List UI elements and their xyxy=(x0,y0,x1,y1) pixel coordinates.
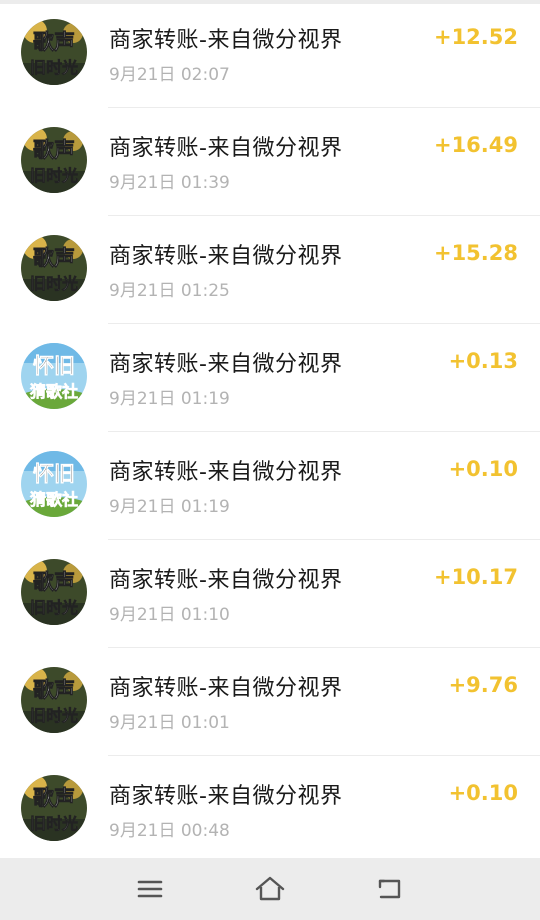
transaction-amount: +10.17 xyxy=(433,565,518,589)
avatar-text-bottom: 旧时光 xyxy=(30,598,78,617)
menu-icon[interactable] xyxy=(133,872,167,906)
transaction-title: 商家转账-来自微分视界 xyxy=(109,136,343,161)
transaction-title: 商家转账-来自微分视界 xyxy=(109,460,343,485)
transaction-time: 9月21日 00:48 xyxy=(109,821,230,841)
system-navigation-bar xyxy=(0,858,540,920)
merchant-avatar: 歌声 旧时光 xyxy=(21,235,87,301)
avatar-text-top: 歌声 xyxy=(33,138,75,162)
merchant-avatar: 歌声 旧时光 xyxy=(21,127,87,193)
transaction-amount: +15.28 xyxy=(433,241,518,265)
merchant-avatar: 怀旧 猜歌社 xyxy=(21,451,87,517)
transaction-title: 商家转账-来自微分视界 xyxy=(109,568,343,593)
transaction-row[interactable]: 歌声 旧时光 商家转账-来自微分视界 9月21日 01:25 +15.28 xyxy=(0,216,540,324)
avatar-text-bottom: 旧时光 xyxy=(30,58,78,77)
avatar-text-bottom: 猜歌社 xyxy=(29,490,78,509)
avatar-text-bottom: 旧时光 xyxy=(30,706,78,725)
merchant-avatar: 歌声 旧时光 xyxy=(21,559,87,625)
avatar-text-bottom: 旧时光 xyxy=(30,274,78,293)
avatar-text-top: 怀旧 xyxy=(33,462,75,486)
avatar-text-top: 歌声 xyxy=(33,786,75,810)
avatar-text-bottom: 猜歌社 xyxy=(29,382,78,401)
transaction-time: 9月21日 01:01 xyxy=(109,713,230,733)
avatar-text-top: 歌声 xyxy=(33,246,75,270)
home-icon[interactable] xyxy=(253,872,287,906)
back-icon[interactable] xyxy=(373,872,407,906)
transaction-row[interactable]: 怀旧 猜歌社 商家转账-来自微分视界 9月21日 01:19 +0.13 xyxy=(0,324,540,432)
merchant-avatar: 歌声 旧时光 xyxy=(21,775,87,841)
transaction-amount: +0.13 xyxy=(448,349,518,373)
transaction-amount: +0.10 xyxy=(448,781,518,805)
transaction-time: 9月21日 02:07 xyxy=(109,65,230,85)
avatar-text-top: 怀旧 xyxy=(33,354,75,378)
transaction-row[interactable]: 怀旧 猜歌社 商家转账-来自微分视界 9月21日 01:19 +0.10 xyxy=(0,432,540,540)
merchant-avatar: 歌声 旧时光 xyxy=(21,667,87,733)
transaction-list: 歌声 旧时光 商家转账-来自微分视界 9月21日 02:07 +12.52 歌声… xyxy=(0,0,540,864)
transaction-row[interactable]: 歌声 旧时光 商家转账-来自微分视界 9月21日 02:07 +12.52 xyxy=(0,0,540,108)
transaction-time: 9月21日 01:25 xyxy=(109,281,230,301)
transaction-time: 9月21日 01:19 xyxy=(109,389,230,409)
transaction-time: 9月21日 01:39 xyxy=(109,173,230,193)
transaction-time: 9月21日 01:10 xyxy=(109,605,230,625)
transaction-amount: +12.52 xyxy=(433,25,518,49)
transaction-row[interactable]: 歌声 旧时光 商家转账-来自微分视界 9月21日 00:48 +0.10 xyxy=(0,756,540,864)
transaction-amount: +16.49 xyxy=(433,133,518,157)
transaction-row[interactable]: 歌声 旧时光 商家转账-来自微分视界 9月21日 01:01 +9.76 xyxy=(0,648,540,756)
avatar-text-top: 歌声 xyxy=(33,678,75,702)
transaction-title: 商家转账-来自微分视界 xyxy=(109,244,343,269)
transaction-row[interactable]: 歌声 旧时光 商家转账-来自微分视界 9月21日 01:10 +10.17 xyxy=(0,540,540,648)
transaction-amount: +0.10 xyxy=(448,457,518,481)
transaction-title: 商家转账-来自微分视界 xyxy=(109,676,343,701)
merchant-avatar: 歌声 旧时光 xyxy=(21,19,87,85)
avatar-text-top: 歌声 xyxy=(33,30,75,54)
transaction-time: 9月21日 01:19 xyxy=(109,497,230,517)
transaction-title: 商家转账-来自微分视界 xyxy=(109,784,343,809)
transaction-amount: +9.76 xyxy=(448,673,518,697)
transaction-title: 商家转账-来自微分视界 xyxy=(109,352,343,377)
avatar-text-top: 歌声 xyxy=(33,570,75,594)
transaction-row[interactable]: 歌声 旧时光 商家转账-来自微分视界 9月21日 01:39 +16.49 xyxy=(0,108,540,216)
avatar-text-bottom: 旧时光 xyxy=(30,814,78,833)
merchant-avatar: 怀旧 猜歌社 xyxy=(21,343,87,409)
transaction-title: 商家转账-来自微分视界 xyxy=(109,28,343,53)
avatar-text-bottom: 旧时光 xyxy=(30,166,78,185)
